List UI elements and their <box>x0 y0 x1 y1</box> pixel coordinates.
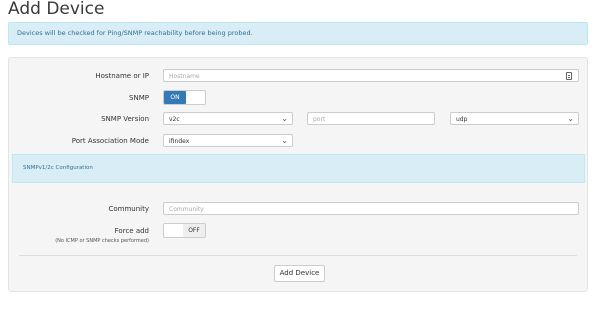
snmp-config-section: SNMPv1/2c Configuration <box>12 154 585 183</box>
snmp-toggle[interactable]: ON <box>163 90 206 105</box>
community-placeholder: Community <box>169 206 204 213</box>
hostname-placeholder: Hostname <box>169 73 200 80</box>
port-assoc-value: ifIndex <box>169 138 190 145</box>
snmp-version-select[interactable]: v2c ⌄ <box>163 112 293 125</box>
snmp-label: SNMP <box>129 94 149 102</box>
snmp-version-label: SNMP Version <box>101 115 149 123</box>
port-assoc-select[interactable]: ifIndex ⌄ <box>163 134 293 147</box>
port-input[interactable]: port <box>307 112 435 125</box>
info-alert: Devices will be checked for Ping/SNMP re… <box>8 22 588 45</box>
community-label: Community <box>108 205 149 213</box>
page-title: Add Device <box>8 0 105 19</box>
keyboard-icon[interactable] <box>566 72 572 80</box>
snmp-config-title: SNMPv1/2c Configuration <box>23 165 93 171</box>
transport-value: udp <box>456 116 468 123</box>
force-add-label: Force add <box>114 227 149 235</box>
port-assoc-label: Port Association Mode <box>71 137 149 145</box>
force-add-toggle-off: OFF <box>183 224 205 237</box>
hostname-label: Hostname or IP <box>95 72 149 80</box>
chevron-down-icon: ⌄ <box>281 114 288 123</box>
community-input[interactable]: Community <box>163 202 579 215</box>
snmp-version-value: v2c <box>169 116 180 123</box>
hostname-input[interactable]: Hostname <box>163 69 579 82</box>
add-device-form: Hostname or IP Hostname SNMP ON SNMP Ver… <box>8 57 588 292</box>
force-add-toggle[interactable]: OFF <box>163 223 206 238</box>
form-divider <box>19 255 577 256</box>
snmp-toggle-on: ON <box>164 91 186 104</box>
info-alert-text: Devices will be checked for Ping/SNMP re… <box>17 29 253 37</box>
port-placeholder: port <box>313 116 326 123</box>
add-device-button[interactable]: Add Device <box>274 265 325 282</box>
force-add-sublabel: (No ICMP or SNMP checks performed) <box>55 238 149 244</box>
chevron-down-icon: ⌄ <box>567 114 574 123</box>
chevron-down-icon: ⌄ <box>281 136 288 145</box>
transport-select[interactable]: udp ⌄ <box>450 112 579 125</box>
